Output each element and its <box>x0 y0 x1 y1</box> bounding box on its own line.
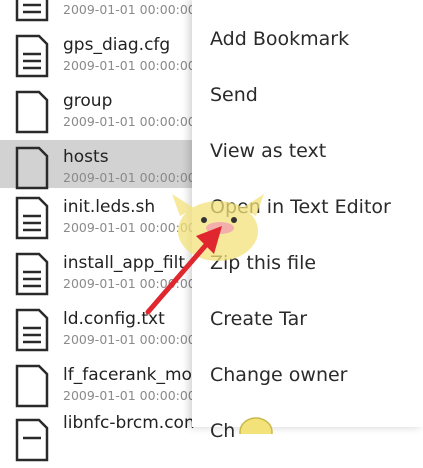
file-date: 2009-01-01 00:00:00 <box>63 114 196 129</box>
file-name: gps_diag.cfg <box>63 35 171 55</box>
menu-item-partial[interactable]: Ch <box>192 404 423 460</box>
menu-item-label: Zip this file <box>210 252 317 274</box>
file-row[interactable]: init.leds.sh 2009-01-01 00:00:00 <box>0 190 200 246</box>
file-date: 2009-01-01 00:00:00 <box>63 220 196 235</box>
text-file-icon <box>15 418 49 462</box>
menu-item-label: Ch <box>210 420 236 442</box>
text-file-icon <box>15 34 49 78</box>
menu-item-send[interactable]: Send <box>192 68 423 124</box>
file-name: libnfc-brcm.con <box>63 413 195 433</box>
file-name: install_app_filt <box>63 253 185 273</box>
text-file-icon <box>15 252 49 296</box>
file-row[interactable]: group 2009-01-01 00:00:00 <box>0 84 200 140</box>
menu-item-label: View as text <box>210 140 327 162</box>
text-file-icon <box>15 308 49 352</box>
file-name: ld.config.txt <box>63 309 165 329</box>
file-row-selected[interactable]: hosts 2009-01-01 00:00:00 <box>0 140 200 190</box>
menu-item-open-in-text-editor[interactable]: Open in Text Editor <box>192 180 423 236</box>
menu-item-label: Send <box>210 84 258 106</box>
file-date: 2009-01-01 00:00:00 <box>63 332 196 347</box>
file-row[interactable]: gps_diag.cfg 2009-01-01 00:00:00 <box>0 28 200 84</box>
menu-item-add-bookmark[interactable]: Add Bookmark <box>192 12 423 68</box>
menu-item-label: Create Tar <box>210 308 308 330</box>
file-row[interactable]: install_app_filt 2009-01-01 00:00:00 <box>0 246 200 302</box>
menu-item-label: Change owner <box>210 364 348 386</box>
menu-item-create-tar[interactable]: Create Tar <box>192 292 423 348</box>
blank-file-icon <box>15 146 49 190</box>
file-name: hosts <box>63 147 109 167</box>
menu-item-zip-this-file[interactable]: Zip this file <box>192 236 423 292</box>
menu-item-change-owner[interactable]: Change owner <box>192 348 423 404</box>
text-file-icon <box>15 0 49 22</box>
blank-file-icon <box>15 364 49 408</box>
file-date: 2009-01-01 00:00:00 <box>63 58 196 73</box>
file-date: 2009-01-01 00:00:00 <box>63 170 196 185</box>
menu-item-label: Add Bookmark <box>210 28 350 50</box>
blank-file-icon <box>15 90 49 134</box>
file-name: init.leds.sh <box>63 197 156 217</box>
file-name: group <box>63 91 113 111</box>
file-date: 2009-01-01 00:00:00 <box>63 388 196 403</box>
file-row[interactable]: libnfc-brcm.con <box>0 412 200 468</box>
file-name: lf_facerank_mo <box>63 365 192 385</box>
menu-item-view-as-text[interactable]: View as text <box>192 124 423 180</box>
context-menu: Add Bookmark Send View as text Open in T… <box>192 0 423 442</box>
file-row[interactable]: 2009-01-01 00:00:00 <box>0 0 200 28</box>
file-date: 2009-01-01 00:00:00 <box>63 2 196 17</box>
text-file-icon <box>15 196 49 240</box>
file-row[interactable]: ld.config.txt 2009-01-01 00:00:00 <box>0 302 200 358</box>
file-date: 2009-01-01 00:00:00 <box>63 276 196 291</box>
file-row[interactable]: lf_facerank_mo 2009-01-01 00:00:00 <box>0 358 200 414</box>
menu-item-label: Open in Text Editor <box>210 196 391 218</box>
file-list: 2009-01-01 00:00:00 gps_diag.cfg 2009-01… <box>0 0 200 462</box>
